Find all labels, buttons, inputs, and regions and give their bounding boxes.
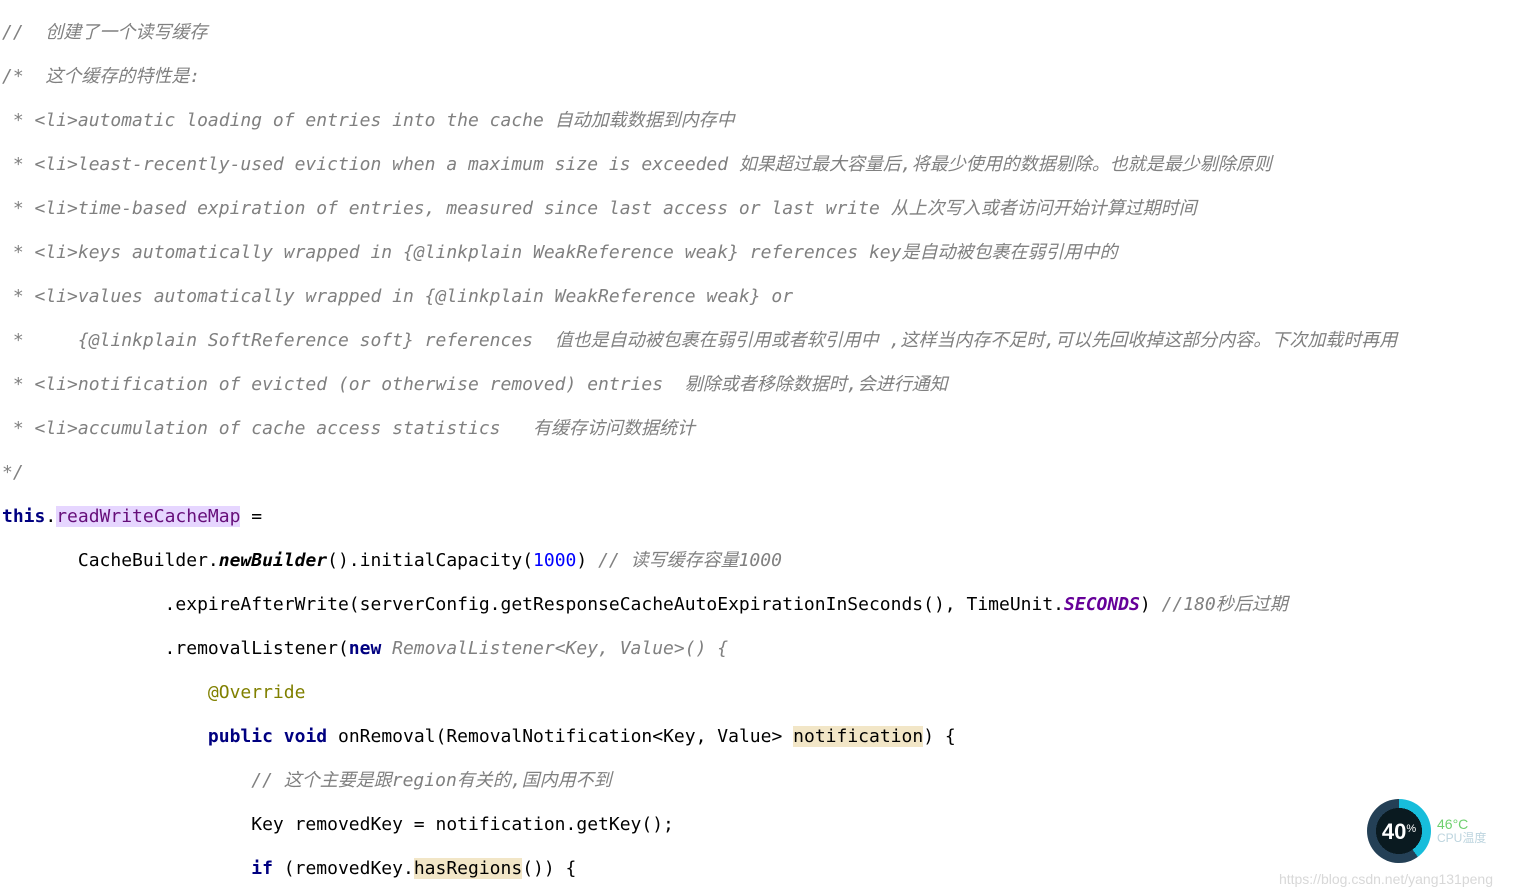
code-comment: * <li>time-based expiration of entries, … <box>2 198 1197 219</box>
code-comment: * <li>automatic loading of entries into … <box>2 110 735 131</box>
code-editor[interactable]: // 创建了一个读写缓存 /* 这个缓存的特性是: * <li>automati… <box>0 0 1517 896</box>
code-line: if (removedKey.hasRegions()) { <box>2 858 1515 880</box>
code-comment: // 创建了一个读写缓存 <box>2 22 207 43</box>
cpu-gauge-icon: 40% <box>1367 799 1431 863</box>
cpu-temp: 46°C <box>1437 817 1486 831</box>
code-line: .removalListener(new RemovalListener<Key… <box>2 638 1515 660</box>
code-line: @Override <box>2 682 1515 704</box>
code-comment: * {@linkplain SoftReference soft} refere… <box>2 330 1397 351</box>
selected-field[interactable]: readWriteCacheMap <box>56 506 240 527</box>
cpu-label: CPU温度 <box>1437 831 1486 845</box>
code-comment: * <li>accumulation of cache access stati… <box>2 418 695 439</box>
code-line: CacheBuilder.newBuilder().initialCapacit… <box>2 550 1515 572</box>
code-line: .expireAfterWrite(serverConfig.getRespon… <box>2 594 1515 616</box>
code-line: public void onRemoval(RemovalNotificatio… <box>2 726 1515 748</box>
code-comment: /* 这个缓存的特性是: <box>2 66 200 87</box>
code-comment: */ <box>2 462 24 483</box>
code-line: Key removedKey = notification.getKey(); <box>2 814 1515 836</box>
code-comment: * <li>least-recently-used eviction when … <box>2 154 1272 175</box>
code-comment: * <li>notification of evicted (or otherw… <box>2 374 948 395</box>
code-comment: * <li>values automatically wrapped in {@… <box>2 286 793 307</box>
code-line: this.readWriteCacheMap = <box>2 506 1515 528</box>
cpu-widget[interactable]: 40% 46°C CPU温度 <box>1367 791 1517 871</box>
cpu-side: 46°C CPU温度 <box>1437 817 1486 845</box>
code-comment: * <li>keys automatically wrapped in {@li… <box>2 242 1117 263</box>
cpu-percent: 40 <box>1382 819 1406 844</box>
code-comment: // 这个主要是跟region有关的,国内用不到 <box>2 770 612 791</box>
